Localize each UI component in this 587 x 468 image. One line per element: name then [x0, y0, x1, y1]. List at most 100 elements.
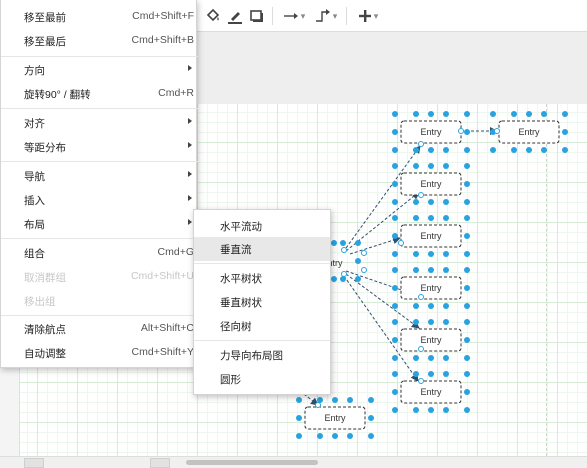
resize-handle[interactable] [392, 389, 398, 395]
menu-item-bring-to-front[interactable]: 移至最前 Cmd+Shift+F [1, 5, 198, 29]
resize-handle[interactable] [464, 199, 470, 205]
menu-item-clear-waypoints[interactable]: 清除航点 Alt+Shift+C [1, 317, 198, 341]
resize-handle[interactable] [413, 251, 419, 257]
resize-handle[interactable] [526, 111, 532, 117]
resize-handle[interactable] [464, 215, 470, 221]
resize-handle[interactable] [296, 415, 302, 421]
resize-handle[interactable] [464, 129, 470, 135]
resize-handle[interactable] [347, 397, 353, 403]
menu-item-distribute[interactable]: 等距分布 [1, 135, 198, 159]
resize-handle[interactable] [464, 389, 470, 395]
resize-handle[interactable] [464, 267, 470, 273]
resize-handle[interactable] [413, 147, 419, 153]
resize-handle[interactable] [317, 433, 323, 439]
resize-handle[interactable] [464, 407, 470, 413]
resize-handle[interactable] [413, 163, 419, 169]
resize-handle[interactable] [413, 111, 419, 117]
resize-handle[interactable] [464, 371, 470, 377]
menu-item-direction[interactable]: 方向 [1, 58, 198, 82]
resize-handle[interactable] [464, 303, 470, 309]
resize-handle[interactable] [428, 251, 434, 257]
resize-handle[interactable] [332, 433, 338, 439]
resize-handle[interactable] [368, 433, 374, 439]
resize-handle[interactable] [392, 319, 398, 325]
resize-handle[interactable] [296, 433, 302, 439]
resize-handle[interactable] [443, 251, 449, 257]
menu-item-autosize[interactable]: 自动调整 Cmd+Shift+Y [1, 341, 198, 365]
resize-handle[interactable] [331, 240, 337, 246]
resize-handle[interactable] [464, 285, 470, 291]
menu-item-send-to-back[interactable]: 移至最后 Cmd+Shift+B [1, 29, 198, 53]
resize-handle[interactable] [340, 276, 346, 282]
submenu-item-horizontal-flow[interactable]: 水平流动 [194, 214, 330, 238]
resize-handle[interactable] [443, 147, 449, 153]
resize-handle[interactable] [355, 276, 361, 282]
resize-handle[interactable] [428, 111, 434, 117]
resize-handle[interactable] [392, 267, 398, 273]
resize-handle[interactable] [562, 111, 568, 117]
menu-item-rotate[interactable]: 旋转90° / 翻转 Cmd+R [1, 82, 198, 106]
resize-handle[interactable] [428, 199, 434, 205]
resize-handle[interactable] [443, 407, 449, 413]
resize-handle[interactable] [392, 285, 398, 291]
resize-handle[interactable] [511, 147, 517, 153]
resize-handle[interactable] [428, 303, 434, 309]
resize-handle[interactable] [443, 111, 449, 117]
submenu-item-organic[interactable]: 力导向布局图 [194, 343, 330, 367]
scrollbar-thumb[interactable] [186, 460, 318, 465]
resize-handle[interactable] [464, 111, 470, 117]
resize-handle[interactable] [413, 303, 419, 309]
resize-handle[interactable] [428, 371, 434, 377]
resize-handle[interactable] [392, 129, 398, 135]
menu-item-navigate[interactable]: 导航 [1, 164, 198, 188]
resize-handle[interactable] [428, 163, 434, 169]
resize-handle[interactable] [443, 319, 449, 325]
menu-item-layout[interactable]: 布局 [1, 212, 198, 236]
submenu-item-circle[interactable]: 圆形 [194, 367, 330, 391]
resize-handle[interactable] [392, 371, 398, 377]
resize-handle[interactable] [331, 276, 337, 282]
resize-handle[interactable] [464, 251, 470, 257]
resize-handle[interactable] [428, 215, 434, 221]
resize-handle[interactable] [413, 215, 419, 221]
submenu-item-radial-tree[interactable]: 径向树 [194, 314, 330, 338]
resize-handle[interactable] [392, 233, 398, 239]
horizontal-scrollbar[interactable] [0, 456, 587, 468]
resize-handle[interactable] [443, 215, 449, 221]
resize-handle[interactable] [464, 337, 470, 343]
resize-handle[interactable] [443, 199, 449, 205]
resize-handle[interactable] [413, 267, 419, 273]
resize-handle[interactable] [392, 163, 398, 169]
resize-handle[interactable] [562, 147, 568, 153]
resize-handle[interactable] [368, 415, 374, 421]
resize-handle[interactable] [490, 147, 496, 153]
resize-handle[interactable] [392, 147, 398, 153]
resize-handle[interactable] [443, 355, 449, 361]
resize-handle[interactable] [347, 433, 353, 439]
resize-handle[interactable] [355, 258, 361, 264]
resize-handle[interactable] [392, 407, 398, 413]
resize-handle[interactable] [296, 397, 302, 403]
resize-handle[interactable] [340, 240, 346, 246]
resize-handle[interactable] [541, 111, 547, 117]
resize-handle[interactable] [562, 129, 568, 135]
resize-handle[interactable] [443, 163, 449, 169]
resize-handle[interactable] [413, 371, 419, 377]
submenu-item-vertical-tree[interactable]: 垂直树状 [194, 290, 330, 314]
scroll-tab[interactable] [150, 458, 170, 468]
resize-handle[interactable] [428, 147, 434, 153]
resize-handle[interactable] [443, 267, 449, 273]
resize-handle[interactable] [443, 303, 449, 309]
resize-handle[interactable] [464, 319, 470, 325]
resize-handle[interactable] [368, 397, 374, 403]
menu-item-group[interactable]: 组合 Cmd+G [1, 241, 198, 265]
resize-handle[interactable] [392, 337, 398, 343]
resize-handle[interactable] [392, 181, 398, 187]
resize-handle[interactable] [443, 371, 449, 377]
resize-handle[interactable] [413, 407, 419, 413]
resize-handle[interactable] [428, 267, 434, 273]
menu-item-align[interactable]: 对齐 [1, 111, 198, 135]
resize-handle[interactable] [413, 355, 419, 361]
resize-handle[interactable] [392, 303, 398, 309]
resize-handle[interactable] [392, 251, 398, 257]
